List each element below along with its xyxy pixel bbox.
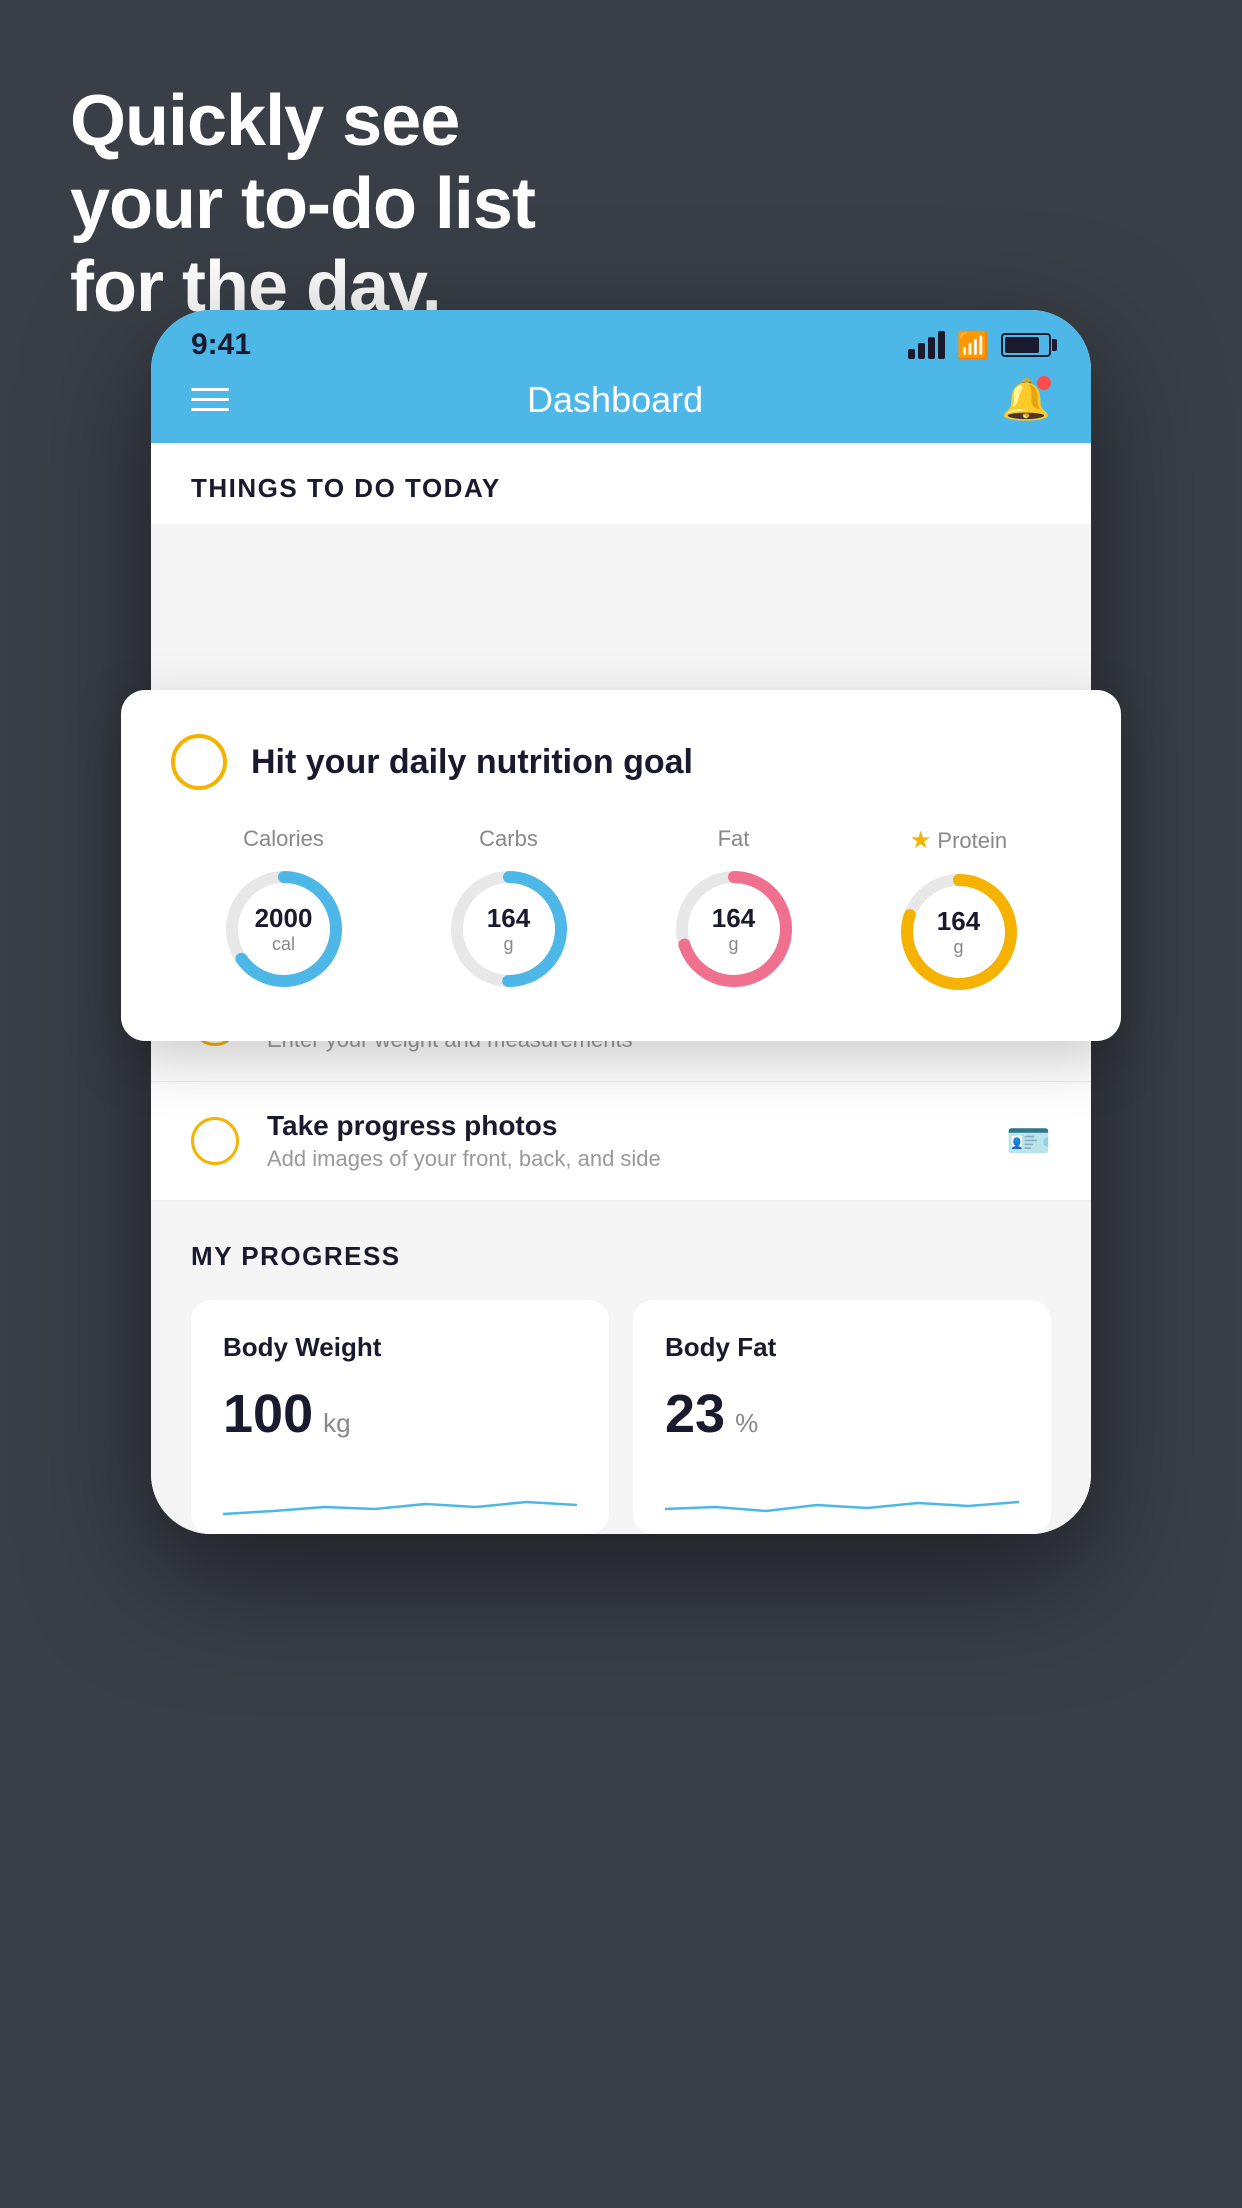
nav-bar: Dashboard 🔔 [151, 362, 1091, 443]
star-icon: ★ [910, 826, 932, 855]
nutrition-grid: Calories 2000 cal Carbs [171, 826, 1071, 997]
progress-cards: Body Weight 100 kg Body Fat 23 % [191, 1300, 1051, 1534]
notifications-button[interactable]: 🔔 [1001, 376, 1051, 423]
body-weight-value: 100 [223, 1383, 313, 1445]
carbs-value: 164 [487, 903, 530, 934]
body-fat-chart [665, 1469, 1019, 1529]
wifi-icon: 📶 [957, 330, 989, 361]
fat-label: Fat [718, 826, 750, 852]
calories-value: 2000 [255, 903, 313, 934]
carbs-label: Carbs [479, 826, 538, 852]
progress-section: MY PROGRESS Body Weight 100 kg Body Fat … [151, 1201, 1091, 1534]
todo-check-photos[interactable] [191, 1117, 239, 1165]
progress-title: MY PROGRESS [191, 1241, 1051, 1272]
photo-icon: 🪪 [1006, 1120, 1051, 1162]
hamburger-menu-button[interactable] [191, 388, 229, 411]
body-weight-chart [223, 1469, 577, 1529]
fat-donut: 164 g [669, 864, 799, 994]
carbs-donut: 164 g [444, 864, 574, 994]
todo-item-photos[interactable]: Take progress photos Add images of your … [151, 1082, 1091, 1201]
nutrition-carbs: Carbs 164 g [444, 826, 574, 994]
protein-unit: g [953, 937, 963, 957]
nutrition-card: Hit your daily nutrition goal Calories 2… [121, 690, 1121, 1041]
body-weight-card[interactable]: Body Weight 100 kg [191, 1300, 609, 1534]
notification-badge [1037, 376, 1051, 390]
body-weight-unit: kg [323, 1408, 350, 1439]
status-icons: 📶 [908, 330, 1051, 361]
fat-value: 164 [712, 903, 755, 934]
calories-unit: cal [272, 934, 295, 954]
calories-label: Calories [243, 826, 324, 852]
nutrition-card-title: Hit your daily nutrition goal [251, 743, 693, 782]
nutrition-card-header: Hit your daily nutrition goal [171, 734, 1071, 790]
body-fat-card[interactable]: Body Fat 23 % [633, 1300, 1051, 1534]
signal-icon [908, 331, 945, 359]
body-fat-title: Body Fat [665, 1332, 1019, 1363]
body-weight-title: Body Weight [223, 1332, 577, 1363]
status-bar: 9:41 📶 [151, 310, 1091, 362]
things-today-title: THINGS TO DO TODAY [191, 473, 501, 503]
headline: Quickly see your to-do list for the day. [70, 80, 535, 328]
section-header: THINGS TO DO TODAY [151, 443, 1091, 524]
body-fat-value: 23 [665, 1383, 725, 1445]
protein-value: 164 [937, 906, 980, 937]
status-time: 9:41 [191, 328, 251, 362]
body-fat-value-row: 23 % [665, 1383, 1019, 1445]
battery-icon [1001, 333, 1051, 357]
nutrition-protein: ★ Protein 164 g [894, 826, 1024, 997]
fat-unit: g [728, 934, 738, 954]
nutrition-check-circle[interactable] [171, 734, 227, 790]
todo-text-photos: Take progress photos Add images of your … [267, 1110, 978, 1172]
calories-donut: 2000 cal [219, 864, 349, 994]
todo-title-photos: Take progress photos [267, 1110, 978, 1142]
body-weight-value-row: 100 kg [223, 1383, 577, 1445]
nutrition-calories: Calories 2000 cal [219, 826, 349, 994]
body-fat-unit: % [735, 1408, 758, 1439]
nutrition-fat: Fat 164 g [669, 826, 799, 994]
protein-donut: 164 g [894, 867, 1024, 997]
nav-title: Dashboard [527, 379, 703, 421]
todo-sub-photos: Add images of your front, back, and side [267, 1146, 978, 1172]
protein-label: ★ Protein [910, 826, 1007, 855]
carbs-unit: g [503, 934, 513, 954]
